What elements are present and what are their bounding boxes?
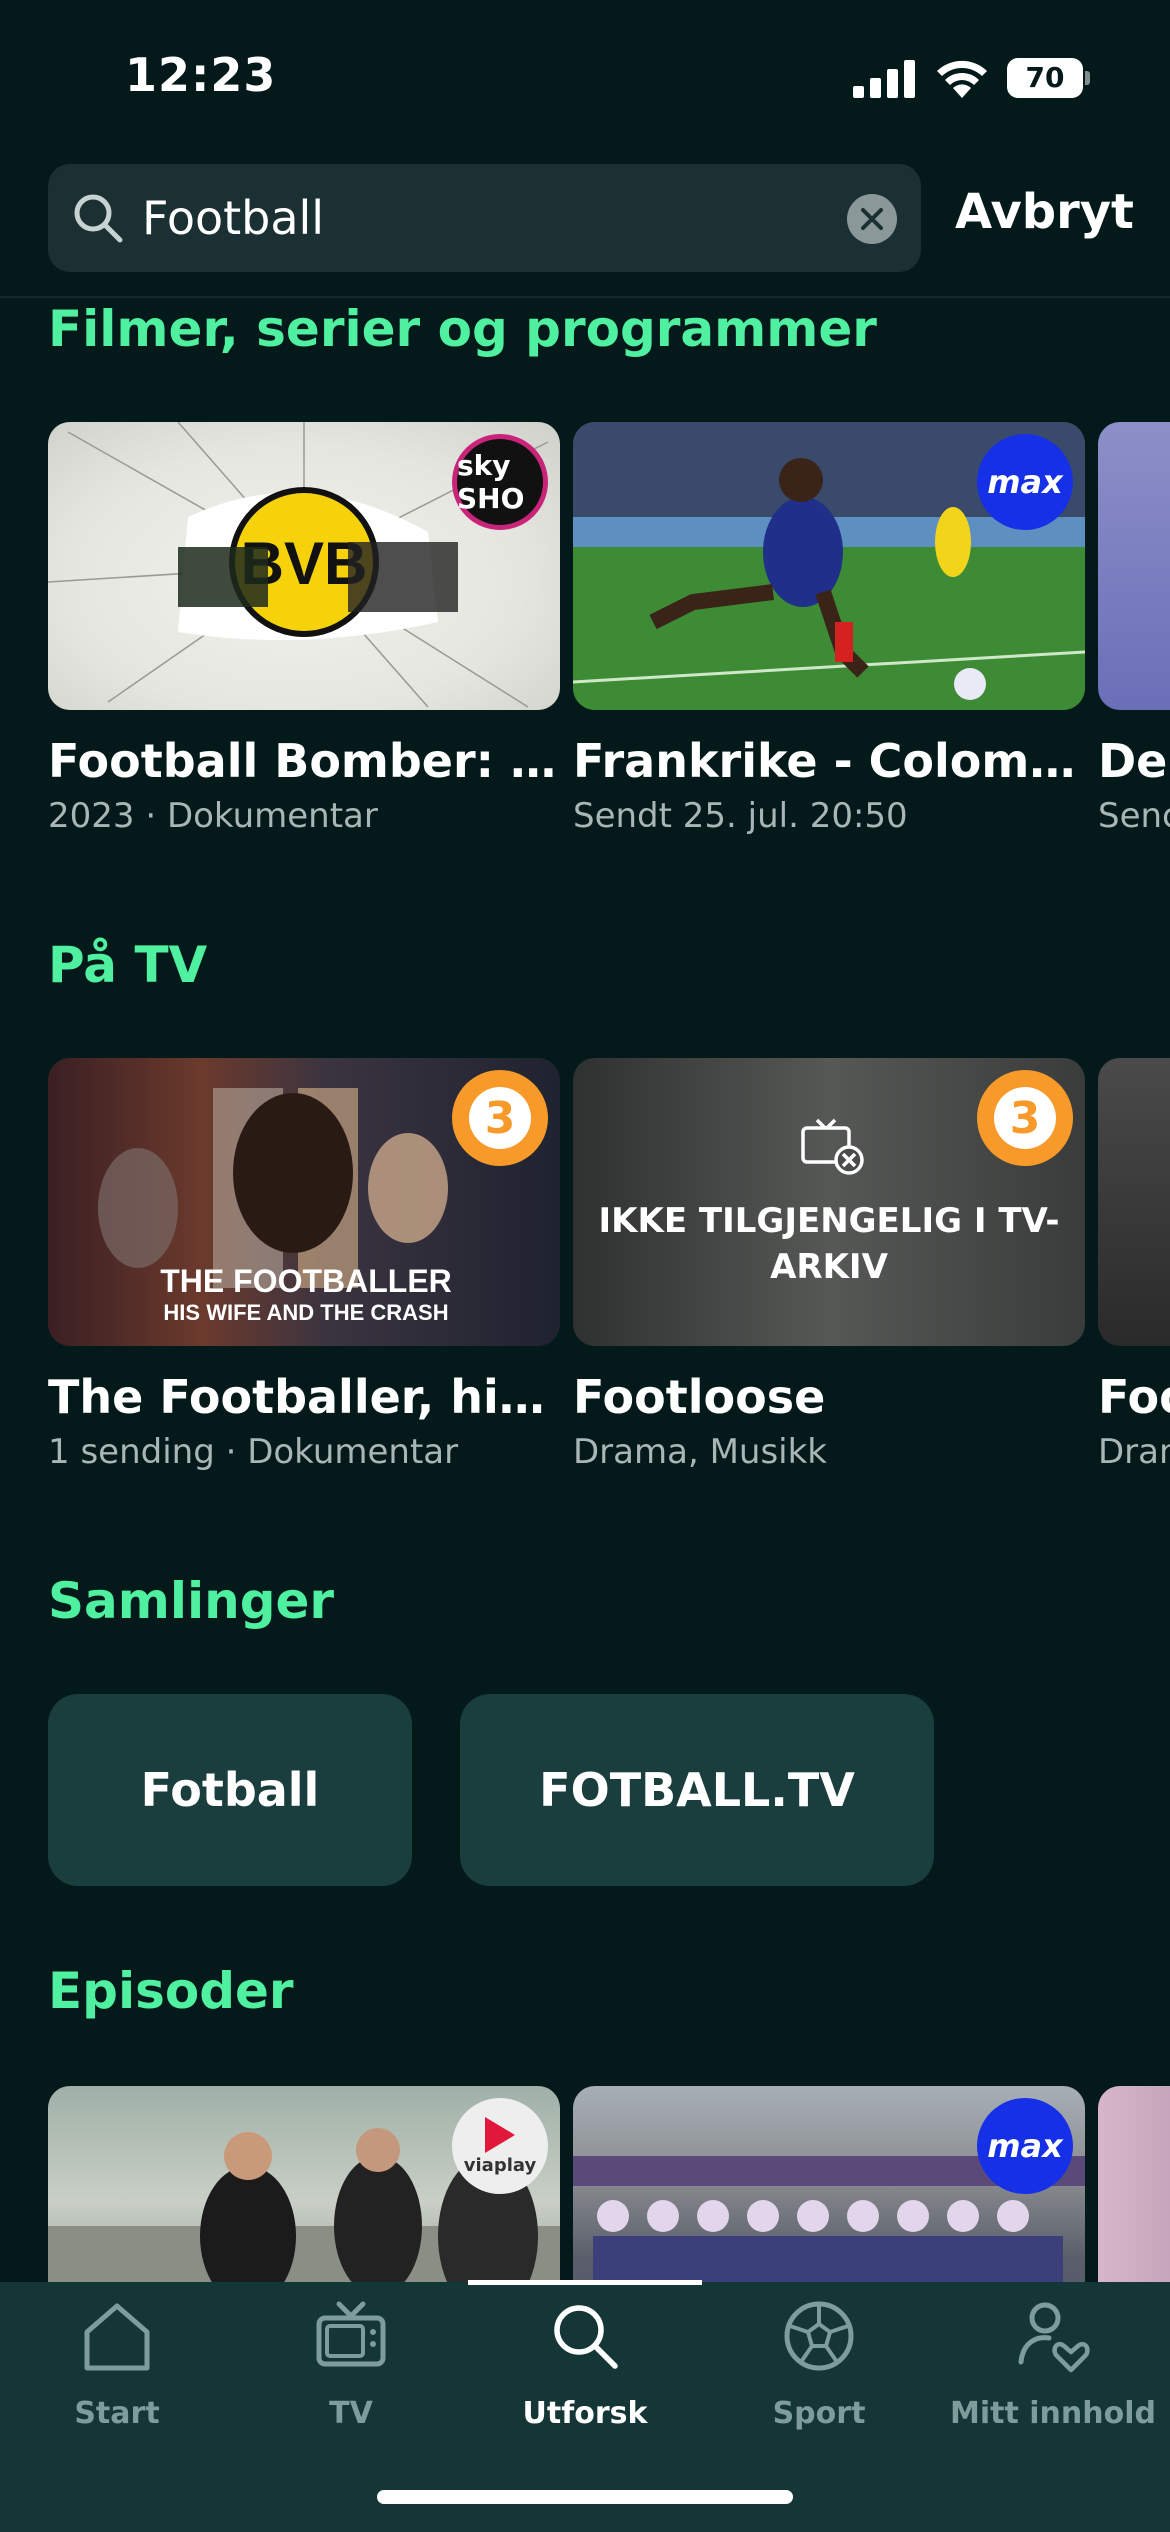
tab-label: Mitt innhold — [950, 2396, 1156, 2431]
search-icon — [74, 194, 123, 243]
card-title: Frankrike - Colombia — [573, 734, 1085, 788]
active-tab-indicator — [468, 2280, 702, 2285]
result-card[interactable]: IKKE TILGJENGELIG I TV-ARKIV 3 Footloose… — [573, 1058, 1085, 1472]
result-card[interactable]: THE FOOTBALLER HIS WIFE AND THE CRASH 3 … — [48, 1058, 560, 1472]
viaplay-badge: viaplay — [452, 2098, 548, 2194]
battery-icon: 70 — [1007, 58, 1091, 98]
channel-badge-label: viaplay — [463, 2154, 537, 2176]
clock: 12:23 — [125, 48, 277, 102]
thumbnail: BVB sky SHO — [48, 422, 560, 710]
episode-card[interactable]: max — [573, 2086, 1085, 2286]
tab-label: TV — [329, 2396, 373, 2431]
card-subtitle: Sendt 25. jul. 20:50 — [573, 796, 908, 836]
section-title-collections: Samlinger — [48, 1572, 335, 1630]
poster-title-text: THE FOOTBALLER — [160, 1263, 452, 1299]
divider — [0, 296, 1170, 298]
episodes-row[interactable]: viaplay max — [0, 2086, 1170, 2286]
battery-level: 70 — [1007, 58, 1083, 98]
films-row[interactable]: BVB sky SHO Football Bomber: At… 2023 · … — [0, 422, 1170, 852]
unavailable-label: IKKE TILGJENGELIG I TV-ARKIV — [598, 1201, 1060, 1287]
tab-tv[interactable]: TV — [234, 2296, 468, 2431]
tab-mitt-innhold[interactable]: Mitt innhold — [936, 2296, 1170, 2431]
thumbnail: IKKE TILGJENGELIG I TV-ARKIV 3 — [573, 1058, 1085, 1346]
tab-start[interactable]: Start — [0, 2296, 234, 2431]
thumbnail — [1098, 2086, 1170, 2286]
section-title-films: Filmer, serier og programmer — [48, 300, 877, 358]
channel-badge: 3 — [452, 1070, 548, 1166]
channel-badge: max — [977, 2098, 1073, 2194]
football-icon — [784, 2301, 854, 2371]
result-card[interactable]: BVB sky SHO Football Bomber: At… 2023 · … — [48, 422, 560, 836]
poster-subtitle-text: HIS WIFE AND THE CRASH — [163, 1300, 448, 1325]
card-title: Der — [1098, 734, 1170, 788]
profile-heart-icon — [1018, 2302, 1090, 2373]
card-title: Footloose — [573, 1370, 826, 1424]
tv-icon — [316, 2301, 386, 2367]
card-subtitle: Drama, Musikk — [573, 1432, 827, 1472]
home-indicator — [377, 2490, 793, 2504]
tab-label: Utforsk — [522, 2396, 648, 2431]
episode-card[interactable]: viaplay — [48, 2086, 560, 2286]
card-title: Football Bomber: At… — [48, 734, 560, 788]
channel-badge: 3 — [977, 1070, 1073, 1166]
thumbnail — [1098, 422, 1170, 710]
thumbnail: max — [573, 2086, 1085, 2286]
thumbnail: max — [573, 422, 1085, 710]
search-icon — [554, 2305, 618, 2369]
close-icon — [861, 208, 883, 230]
card-subtitle: 2023 · Dokumentar — [48, 796, 378, 836]
channel-number: 3 — [469, 1087, 531, 1149]
section-title-tv: På TV — [48, 936, 208, 994]
result-card[interactable]: Der Senc — [1098, 422, 1170, 836]
status-bar: 12:23 70 — [0, 0, 1170, 150]
tab-label: Start — [74, 2396, 160, 2431]
cellular-signal-icon — [853, 60, 915, 98]
search-field[interactable]: Football — [48, 164, 921, 272]
result-card[interactable]: Foo Dran — [1098, 1058, 1170, 1472]
card-title: The Footballer, his… — [48, 1370, 560, 1424]
play-icon — [485, 2116, 515, 2153]
cancel-button[interactable]: Avbryt — [955, 184, 1134, 240]
home-icon — [84, 2303, 150, 2371]
card-title: Foo — [1098, 1370, 1170, 1424]
wifi-icon — [937, 60, 987, 98]
thumbnail: viaplay — [48, 2086, 560, 2286]
episode-card[interactable] — [1098, 2086, 1170, 2286]
tv-row[interactable]: THE FOOTBALLER HIS WIFE AND THE CRASH 3 … — [0, 1058, 1170, 1488]
card-subtitle: 1 sending · Dokumentar — [48, 1432, 459, 1472]
collection-chip[interactable]: Fotball — [48, 1694, 412, 1886]
tab-label: Sport — [772, 2396, 866, 2431]
channel-number: 3 — [994, 1087, 1056, 1149]
card-subtitle: Dran — [1098, 1432, 1170, 1472]
channel-badge: max — [977, 434, 1073, 530]
thumbnail: THE FOOTBALLER HIS WIFE AND THE CRASH 3 — [48, 1058, 560, 1346]
result-card[interactable]: max Frankrike - Colombia Sendt 25. jul. … — [573, 422, 1085, 836]
thumbnail — [1098, 1058, 1170, 1346]
tab-sport[interactable]: Sport — [702, 2296, 936, 2431]
clear-search-button[interactable] — [847, 194, 897, 244]
collection-chip[interactable]: FOTBALL.TV — [460, 1694, 934, 1886]
card-subtitle: Senc — [1098, 796, 1170, 836]
section-title-episodes: Episoder — [48, 1962, 294, 2020]
channel-badge: sky SHO — [452, 434, 548, 530]
search-input[interactable]: Football — [142, 190, 324, 246]
tab-utforsk[interactable]: Utforsk — [468, 2296, 702, 2431]
